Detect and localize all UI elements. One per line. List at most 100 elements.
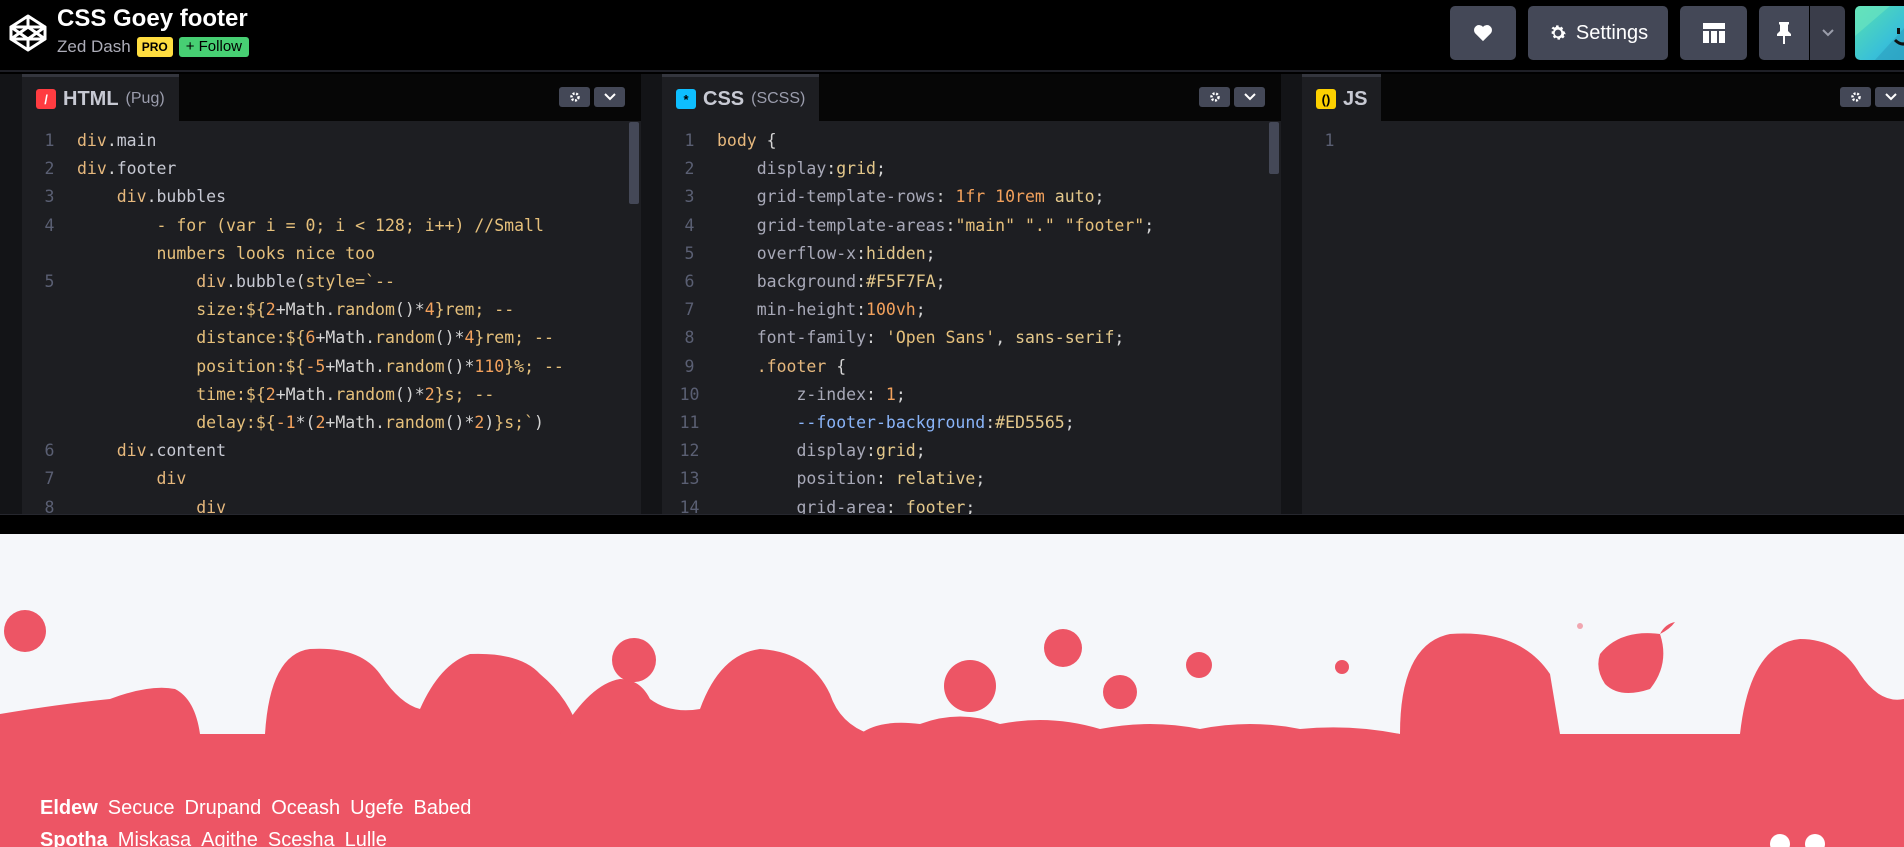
code-line[interactable]: 6 background:#F5F7FA; xyxy=(662,268,1281,296)
code-line[interactable]: time:${2+Math.random()*2}s; -- xyxy=(22,381,641,409)
code-line[interactable]: 4 - for (var i = 0; i < 128; i++) //Smal… xyxy=(22,212,641,240)
css-code[interactable]: 1 body {2 display:grid; 3 grid-template-ro… xyxy=(662,121,1281,514)
code-line[interactable]: 8 div xyxy=(22,494,641,514)
code-line[interactable]: 12 display:grid; xyxy=(662,437,1281,465)
line-number xyxy=(22,409,77,437)
code-text: position: relative; xyxy=(796,469,986,489)
code-line[interactable]: 8 font-family: 'Open Sans', sans-serif; xyxy=(662,324,1281,352)
avatar-face-icon xyxy=(1855,6,1904,60)
js-collapse-button[interactable] xyxy=(1875,87,1904,107)
resize-handle[interactable] xyxy=(0,514,1904,534)
js-settings-button[interactable] xyxy=(1840,87,1871,107)
code-text: time:${2+Math.random()*2}s; -- xyxy=(196,384,495,404)
settings-label: Settings xyxy=(1575,21,1649,44)
gear-icon xyxy=(1209,92,1220,102)
line-number: 2 xyxy=(44,159,55,179)
tab-css[interactable]: * CSS (SCSS) xyxy=(662,74,820,121)
pen-title[interactable]: CSS Goey footer xyxy=(57,5,248,33)
code-line[interactable]: 1 xyxy=(1302,127,1904,155)
footer-link[interactable]: Agithe xyxy=(201,824,258,847)
html-lang-icon: / xyxy=(36,89,56,109)
code-line[interactable]: delay:${-1*(2+Math.random()*2)}s;`) xyxy=(22,409,641,437)
css-scrollbar[interactable] xyxy=(1269,122,1279,174)
line-number: 3 xyxy=(684,187,695,207)
footer-link[interactable]: Secuce xyxy=(108,792,175,824)
footer-link[interactable]: Ugefe xyxy=(350,792,403,824)
code-text: div.bubble(style=`-- xyxy=(196,272,395,292)
code-line[interactable]: 2 display:grid; xyxy=(662,155,1281,183)
line-number: 6 xyxy=(684,272,695,292)
css-lang-icon: * xyxy=(676,89,696,109)
code-line[interactable]: position:${-5+Math.random()*110}%; -- xyxy=(22,353,641,381)
code-text: delay:${-1*(2+Math.random()*2)}s;`) xyxy=(196,413,544,433)
html-code[interactable]: 1 div.main 2 div.footer 3 div.bubbles 4 - for… xyxy=(22,121,641,514)
line-number: 7 xyxy=(44,469,55,489)
tab-html[interactable]: / HTML (Pug) xyxy=(22,74,179,121)
code-line[interactable]: 4 grid-template-areas:"main" "." "footer… xyxy=(662,212,1281,240)
footer-link[interactable]: Babed xyxy=(414,792,472,824)
code-text: size:${2+Math.random()*4}rem; -- xyxy=(196,300,515,320)
pro-badge: PRO xyxy=(136,37,173,57)
footer-link[interactable]: Spotha xyxy=(40,824,108,847)
code-line[interactable]: size:${2+Math.random()*4}rem; -- xyxy=(22,296,641,324)
line-number: 8 xyxy=(44,497,55,514)
code-line[interactable]: 10 z-index: 1; xyxy=(662,381,1281,409)
footer-link[interactable]: Eldew xyxy=(40,792,98,824)
line-number: 4 xyxy=(44,215,55,235)
code-line[interactable]: 7 div xyxy=(22,465,641,493)
footer-link[interactable]: Drupand xyxy=(185,792,262,824)
js-editor: () JS 1 xyxy=(1302,74,1904,514)
footer-link[interactable]: Oceash xyxy=(271,792,340,824)
pin-icon xyxy=(1777,22,1791,44)
line-number: 1 xyxy=(1324,131,1335,150)
line-number xyxy=(22,296,77,324)
follow-button[interactable]: + Follow xyxy=(178,37,249,57)
chevron-down-icon xyxy=(1821,29,1834,37)
code-line[interactable]: 6 div.content xyxy=(22,437,641,465)
footer-link[interactable]: Miskasa xyxy=(118,824,191,847)
settings-button[interactable]: Settings xyxy=(1528,6,1668,60)
result-preview: Eldew Secuce Drupand Oceash Ugefe Babed … xyxy=(0,534,1904,847)
line-number: 5 xyxy=(684,243,695,263)
pin-button[interactable] xyxy=(1759,6,1809,60)
js-code[interactable]: 1 xyxy=(1302,121,1904,514)
user-avatar[interactable] xyxy=(1855,6,1904,60)
code-line[interactable]: 3 div.bubbles xyxy=(22,183,641,211)
code-line[interactable]: 5 div.bubble(style=`-- xyxy=(22,268,641,296)
code-line[interactable]: 1 div.main xyxy=(22,127,641,155)
code-line[interactable]: 7 min-height:100vh; xyxy=(662,296,1281,324)
html-scrollbar[interactable] xyxy=(629,122,639,204)
code-line[interactable]: 11 --footer-background:#ED5565; xyxy=(662,409,1281,437)
css-settings-button[interactable] xyxy=(1199,87,1230,107)
footer-link[interactable]: Lulle xyxy=(345,824,387,847)
code-text: grid-area: footer; xyxy=(796,497,976,514)
code-line[interactable]: 14 grid-area: footer; xyxy=(662,494,1281,514)
change-view-button[interactable] xyxy=(1680,6,1747,60)
line-number: 13 xyxy=(679,469,700,489)
html-collapse-button[interactable] xyxy=(594,87,625,107)
code-line[interactable]: 2 div.footer xyxy=(22,155,641,183)
footer-link[interactable]: Scesha xyxy=(268,824,335,847)
code-text: distance:${6+Math.random()*4}rem; -- xyxy=(196,328,554,348)
line-number xyxy=(22,240,77,268)
tab-js[interactable]: () JS xyxy=(1302,74,1382,121)
author-name[interactable]: Zed Dash xyxy=(57,37,131,57)
line-number: 7 xyxy=(684,300,695,320)
code-line[interactable]: 9 .footer { xyxy=(662,353,1281,381)
code-text: div xyxy=(156,469,187,489)
code-line[interactable]: 3 grid-template-rows: 1fr 10rem auto; xyxy=(662,183,1281,211)
code-line[interactable]: numbers looks nice too xyxy=(22,240,641,268)
code-line[interactable]: distance:${6+Math.random()*4}rem; -- xyxy=(22,324,641,352)
code-text: numbers looks nice too xyxy=(156,243,376,263)
css-collapse-button[interactable] xyxy=(1234,87,1265,107)
pin-menu-button[interactable] xyxy=(1810,6,1845,60)
line-number: 1 xyxy=(44,131,55,150)
byline: Zed Dash PRO + Follow xyxy=(57,37,249,57)
html-settings-button[interactable] xyxy=(559,87,590,107)
codepen-logo-icon[interactable] xyxy=(8,13,48,53)
code-line[interactable]: 1 body { xyxy=(662,127,1281,155)
code-text: display:grid; xyxy=(796,441,926,461)
code-line[interactable]: 5 overflow-x:hidden; xyxy=(662,240,1281,268)
code-line[interactable]: 13 position: relative; xyxy=(662,465,1281,493)
love-button[interactable] xyxy=(1450,6,1516,60)
